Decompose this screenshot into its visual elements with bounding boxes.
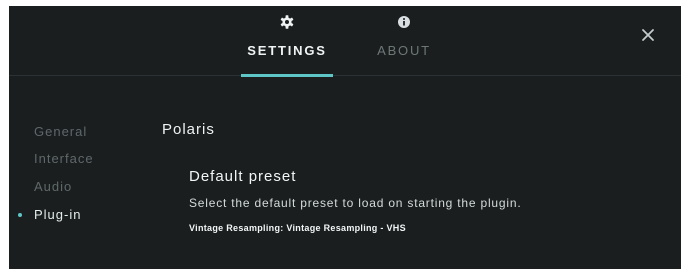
gear-icon (280, 15, 294, 29)
sidebar-item-audio[interactable]: Audio (9, 173, 149, 201)
close-icon (642, 29, 654, 41)
section-description: Select the default preset to load on sta… (189, 196, 522, 210)
tab-about[interactable]: ABOUT (376, 6, 432, 76)
default-preset-select[interactable]: Vintage Resampling: Vintage Resampling -… (189, 223, 406, 233)
sidebar-item-label: General (34, 124, 88, 139)
sidebar-item-plug-in[interactable]: Plug-in (9, 201, 149, 229)
sidebar-item-interface[interactable]: Interface (9, 145, 149, 173)
active-item-dot (18, 213, 22, 217)
settings-sidebar: General Interface Audio Plug-in (9, 118, 149, 229)
tab-settings[interactable]: SETTINGS (241, 6, 333, 77)
section-title: Default preset (189, 168, 297, 185)
sidebar-item-general[interactable]: General (9, 118, 149, 146)
tab-settings-label: SETTINGS (247, 43, 327, 58)
sidebar-item-label: Interface (34, 151, 94, 166)
sidebar-item-label: Plug-in (34, 207, 82, 222)
page-title: Polaris (162, 121, 215, 138)
info-icon (397, 15, 411, 29)
settings-window: SETTINGS ABOUT General Interface Audio P… (9, 6, 681, 269)
close-button[interactable] (639, 26, 657, 44)
tab-bar: SETTINGS ABOUT (9, 6, 681, 77)
tab-about-label: ABOUT (377, 43, 431, 58)
sidebar-item-label: Audio (34, 179, 73, 194)
active-tab-indicator (241, 74, 333, 77)
